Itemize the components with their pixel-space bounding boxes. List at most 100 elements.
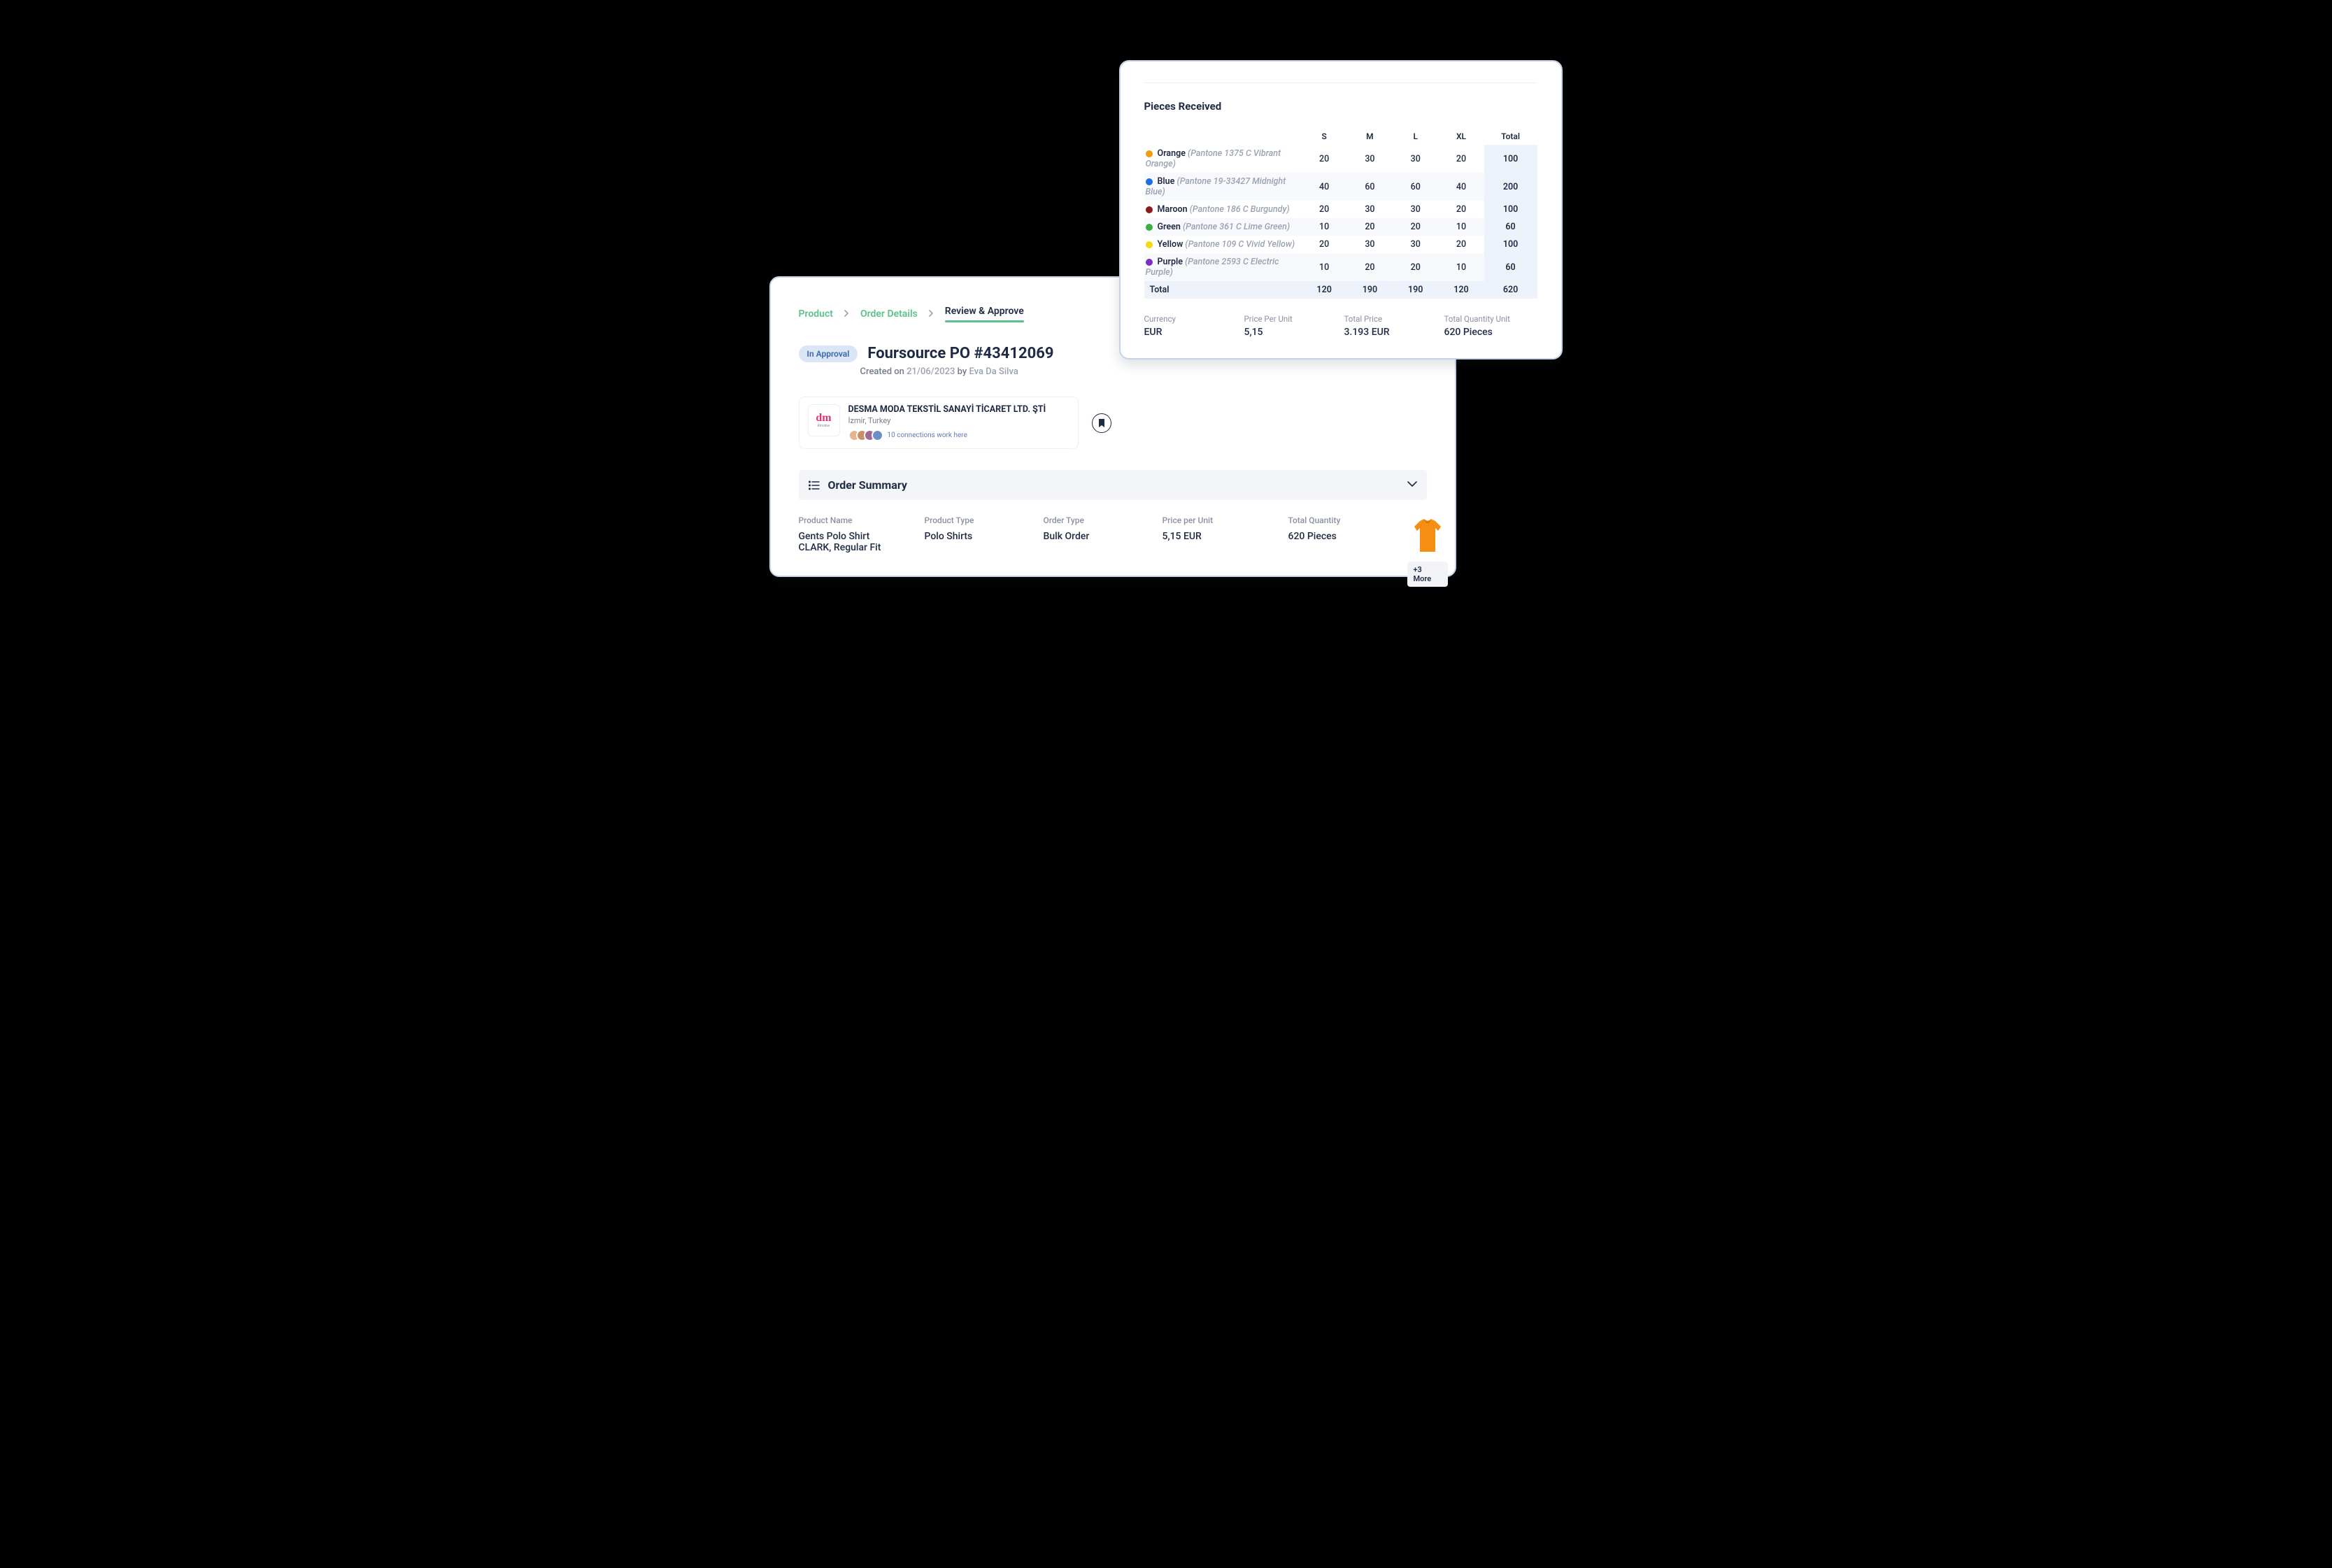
cell-m: 30 — [1347, 236, 1393, 253]
cell-total: 100 — [1484, 201, 1537, 218]
total-xl: 120 — [1438, 281, 1484, 299]
cell-total: 100 — [1484, 236, 1537, 253]
summary-grid: Product Name Product Type Order Type Pri… — [799, 515, 1427, 587]
color-name: Purple — [1158, 257, 1183, 267]
total-price-value: 3.193 EUR — [1344, 327, 1437, 338]
connection-avatars — [848, 429, 883, 441]
color-sub: (Pantone 361 C Lime Green) — [1183, 222, 1290, 232]
cell-xl: 10 — [1438, 218, 1484, 236]
cell-m: 30 — [1347, 145, 1393, 173]
table-row: Purple (Pantone 2593 C Electric Purple)1… — [1144, 253, 1537, 281]
color-dot-icon — [1146, 224, 1153, 231]
cell-s: 20 — [1302, 201, 1347, 218]
chevron-right-icon — [929, 309, 934, 319]
cell-m: 20 — [1347, 218, 1393, 236]
currency-label: Currency — [1144, 314, 1237, 324]
strip-ppu-label: Price Per Unit — [1244, 314, 1337, 324]
color-sub: (Pantone 186 C Burgundy) — [1190, 204, 1290, 215]
bookmark-button[interactable] — [1092, 413, 1111, 433]
color-dot-icon — [1146, 150, 1153, 157]
col-xl: XL — [1438, 128, 1484, 145]
col-s: S — [1302, 128, 1347, 145]
order-summary-header[interactable]: Order Summary — [799, 470, 1427, 500]
supplier-name: DESMA MODA TEKSTİL SANAYİ TİCARET LTD. Ş… — [848, 404, 1046, 415]
cell-total: 100 — [1484, 145, 1537, 173]
color-name: Blue — [1158, 176, 1175, 187]
cell-xl: 40 — [1438, 173, 1484, 201]
status-badge: In Approval — [799, 345, 858, 362]
tqu-value: 620 Pieces — [1444, 327, 1537, 338]
cell-l: 20 — [1393, 253, 1438, 281]
cell-total: 60 — [1484, 253, 1537, 281]
cell-s: 40 — [1302, 173, 1347, 201]
total-l: 190 — [1393, 281, 1438, 299]
color-dot-icon — [1146, 206, 1153, 213]
col-total: Total — [1484, 128, 1537, 145]
cell-total: 200 — [1484, 173, 1537, 201]
cell-s: 10 — [1302, 218, 1347, 236]
color-name: Orange — [1158, 148, 1186, 159]
product-type-value: Polo Shirts — [925, 531, 1030, 542]
chevron-right-icon — [844, 309, 849, 319]
cell-s: 20 — [1302, 145, 1347, 173]
color-dot-icon — [1146, 241, 1153, 248]
product-name-label: Product Name — [799, 515, 918, 525]
cell-m: 30 — [1347, 201, 1393, 218]
cell-l: 60 — [1393, 173, 1438, 201]
ppu-value: 5,15 EUR — [1163, 531, 1267, 542]
total-label: Total — [1144, 281, 1302, 299]
crumb-review-approve[interactable]: Review & Approve — [945, 306, 1024, 322]
color-dot-icon — [1146, 259, 1153, 266]
created-line: Created on 21/06/2023 by Eva Da Silva — [860, 366, 1427, 377]
color-name: Yellow — [1158, 239, 1183, 250]
product-name-value: Gents Polo Shirt CLARK, Regular Fit — [799, 531, 904, 553]
table-row: Yellow (Pantone 109 C Vivid Yellow)20303… — [1144, 236, 1537, 253]
created-by-prefix: by — [955, 366, 969, 377]
table-row: Green (Pantone 361 C Lime Green)10202010… — [1144, 218, 1537, 236]
pieces-received-card: Pieces Received S M L XL Total Orange (P… — [1119, 60, 1563, 359]
qty-value: 620 Pieces — [1288, 531, 1393, 542]
supplier-logo: dm desma — [808, 404, 840, 436]
crumb-product[interactable]: Product — [799, 308, 833, 320]
col-m: M — [1347, 128, 1393, 145]
table-row: Blue (Pantone 19-33427 Midnight Blue)406… — [1144, 173, 1537, 201]
cell-xl: 20 — [1438, 236, 1484, 253]
created-by: Eva Da Silva — [969, 366, 1018, 377]
cell-s: 20 — [1302, 236, 1347, 253]
supplier-card[interactable]: dm desma DESMA MODA TEKSTİL SANAYİ TİCAR… — [799, 397, 1079, 449]
list-icon — [809, 480, 820, 490]
section-title: Order Summary — [828, 478, 1399, 492]
pieces-received-title: Pieces Received — [1144, 100, 1537, 113]
supplier-location: İzmir, Turkey — [848, 416, 1046, 425]
summary-strip: Currency EUR Price Per Unit 5,15 Total P… — [1144, 314, 1537, 338]
connections-text[interactable]: 10 connections work here — [888, 432, 967, 439]
table-row: Orange (Pantone 1375 C Vibrant Orange)20… — [1144, 145, 1537, 173]
more-images-badge[interactable]: +3 More — [1407, 562, 1448, 587]
created-date: 21/06/2023 — [907, 366, 955, 377]
cell-xl: 10 — [1438, 253, 1484, 281]
logo-main: dm — [816, 413, 831, 424]
cell-m: 20 — [1347, 253, 1393, 281]
qty-label: Total Quantity — [1288, 515, 1400, 525]
cell-s: 10 — [1302, 253, 1347, 281]
pieces-table: S M L XL Total Orange (Pantone 1375 C Vi… — [1144, 128, 1537, 299]
cell-xl: 20 — [1438, 145, 1484, 173]
ppu-label: Price per Unit — [1163, 515, 1281, 525]
tqu-label: Total Quantity Unit — [1444, 314, 1537, 324]
chevron-down-icon[interactable] — [1407, 480, 1417, 490]
po-title: Foursource PO #43412069 — [867, 345, 1053, 362]
created-prefix: Created on — [860, 366, 907, 377]
table-row: Maroon (Pantone 186 C Burgundy)203030201… — [1144, 201, 1537, 218]
bookmark-icon — [1097, 418, 1106, 428]
crumb-order-details[interactable]: Order Details — [860, 308, 918, 320]
color-name: Green — [1158, 222, 1181, 232]
order-type-value: Bulk Order — [1044, 531, 1149, 542]
order-type-label: Order Type — [1044, 515, 1156, 525]
color-sub: (Pantone 109 C Vivid Yellow) — [1185, 239, 1295, 250]
grand-total: 620 — [1484, 281, 1537, 299]
table-total-row: Total120190190120620 — [1144, 281, 1537, 299]
product-image[interactable] — [1407, 515, 1448, 556]
cell-l: 30 — [1393, 236, 1438, 253]
cell-l: 20 — [1393, 218, 1438, 236]
total-s: 120 — [1302, 281, 1347, 299]
